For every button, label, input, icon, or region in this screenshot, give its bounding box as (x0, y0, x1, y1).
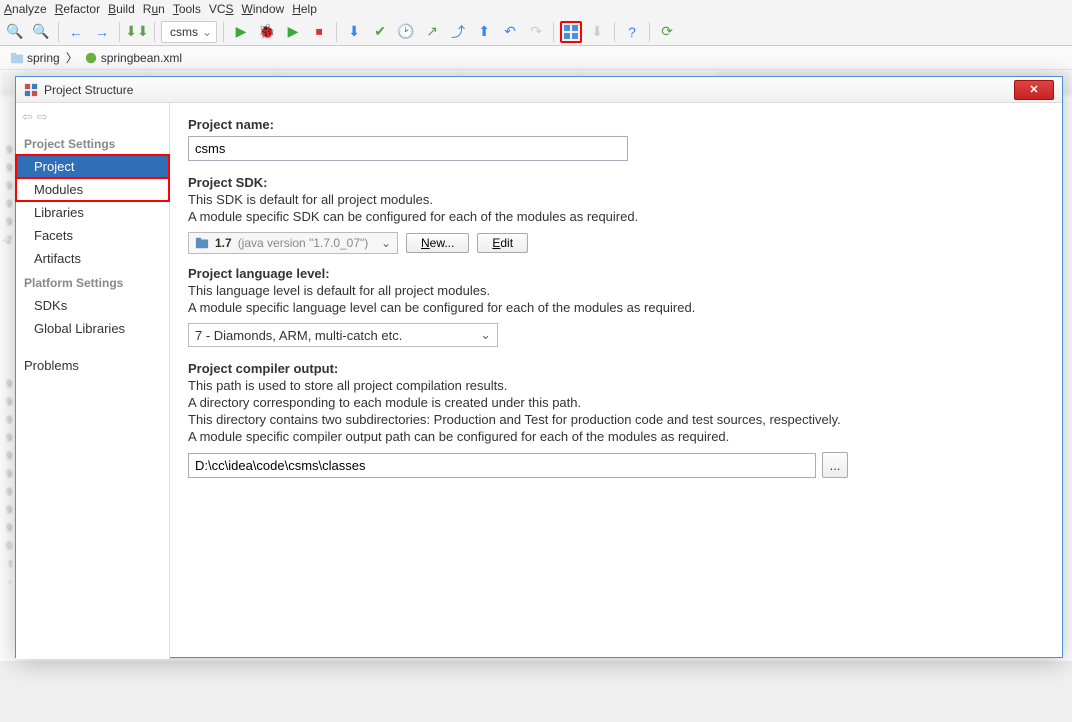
sidebar-category-project: Project Settings (16, 131, 169, 155)
menu-window[interactable]: Window (242, 2, 285, 16)
menu-analyze[interactable]: Analyze (4, 2, 47, 16)
vcs-push-icon[interactable]: ↗ (421, 21, 443, 43)
browse-button[interactable]: ... (822, 452, 848, 478)
vcs-history-icon[interactable]: 🕑 (395, 21, 417, 43)
menu-run[interactable]: Run (143, 2, 165, 16)
run-config-name: csms (170, 25, 198, 39)
out-desc-1: This path is used to store all project c… (188, 378, 1044, 393)
breadcrumb: spring 〉 springbean.xml (0, 46, 1072, 70)
vcs-commit-icon[interactable]: ✔ (369, 21, 391, 43)
menu-refactor[interactable]: Refactor (55, 2, 100, 16)
zoom-out-icon[interactable]: 🔍 (30, 21, 52, 43)
close-button[interactable]: ✕ (1014, 80, 1054, 100)
chevron-down-icon: ⌄ (381, 236, 391, 250)
menu-bar[interactable]: Analyze Refactor Build Run Tools VCS Win… (0, 0, 1072, 18)
project-structure-dialog: Project Structure ✕ ⇦ ⇨ Project Settings… (15, 76, 1063, 658)
project-structure-icon[interactable] (560, 21, 582, 43)
sidebar-item-problems[interactable]: Problems (16, 354, 169, 377)
compiler-output-label: Project compiler output: (188, 361, 1044, 376)
crumb-root[interactable]: spring (6, 51, 64, 65)
main-toolbar: 🔍 🔍 ← → ⬇⬇ csms ⌄ ▶ 🐞 ▶ ⏹ ⬇ ✔ 🕑 ↗ ⤴ ⬆ ↶ … (0, 18, 1072, 46)
nav-back-icon[interactable]: ⇦ (22, 109, 33, 125)
lvl-desc-2: A module specific language level can be … (188, 300, 1044, 315)
compiler-output-input[interactable] (188, 453, 816, 478)
sidebar-item-sdks[interactable]: SDKs (16, 294, 169, 317)
menu-help[interactable]: Help (292, 2, 317, 16)
help-icon[interactable]: ? (621, 21, 643, 43)
language-level-value: 7 - Diamonds, ARM, multi-catch etc. (195, 328, 402, 343)
out-desc-2: A directory corresponding to each module… (188, 395, 1044, 410)
dialog-content: Project name: Project SDK: This SDK is d… (170, 103, 1062, 659)
back-icon[interactable]: ← (65, 21, 87, 43)
sidebar-item-libraries[interactable]: Libraries (16, 201, 169, 224)
forward-icon[interactable]: → (91, 21, 113, 43)
dialog-titlebar: Project Structure ✕ (16, 77, 1062, 103)
sdk-desc-1: This SDK is default for all project modu… (188, 192, 1044, 207)
sidebar-item-modules[interactable]: Modules (16, 178, 169, 201)
sdk-select[interactable]: 1.7 (java version "1.7.0_07") ⌄ (188, 232, 398, 254)
dialog-title: Project Structure (44, 83, 1014, 97)
sidebar-item-project[interactable]: Project (16, 155, 169, 178)
sidebar-item-global-libs[interactable]: Global Libraries (16, 317, 169, 340)
sidebar-item-artifacts[interactable]: Artifacts (16, 247, 169, 270)
vcs-update-icon[interactable]: ⬇ (343, 21, 365, 43)
project-sdk-label: Project SDK: (188, 175, 1044, 190)
new-sdk-button[interactable]: New... (406, 233, 469, 253)
dialog-icon (24, 83, 38, 97)
sidebar-item-facets[interactable]: Facets (16, 224, 169, 247)
menu-vcs[interactable]: VCS (209, 2, 234, 16)
lang-level-label: Project language level: (188, 266, 1044, 281)
chevron-down-icon: ⌄ (480, 327, 491, 343)
menu-tools[interactable]: Tools (173, 2, 201, 16)
out-desc-4: A module specific compiler output path c… (188, 429, 1044, 444)
nav-forward-icon[interactable]: ⇨ (37, 109, 48, 125)
build-icon[interactable]: ⬇⬇ (126, 21, 148, 43)
coverage-icon[interactable]: ▶ (282, 21, 304, 43)
search-icon[interactable]: 🔍 (4, 21, 26, 43)
close-icon: ✕ (1029, 83, 1038, 96)
crumb-file[interactable]: springbean.xml (80, 51, 186, 65)
debug-icon[interactable]: 🐞 (256, 21, 278, 43)
menu-build[interactable]: Build (108, 2, 135, 16)
language-level-select[interactable]: 7 - Diamonds, ARM, multi-catch etc. ⌄ (188, 323, 498, 347)
run-config-select[interactable]: csms ⌄ (161, 21, 217, 43)
vcs-branch-icon[interactable]: ⤴ (447, 21, 469, 43)
project-name-label: Project name: (188, 117, 1044, 132)
undo-icon[interactable]: ↶ (499, 21, 521, 43)
dialog-sidebar: ⇦ ⇨ Project Settings Project Modules Lib… (16, 103, 170, 659)
vcs-pull-icon[interactable]: ⬆ (473, 21, 495, 43)
sdk-java-ver: (java version "1.7.0_07") (238, 236, 369, 250)
sdk-version: 1.7 (215, 236, 232, 250)
sync-icon[interactable]: ⟳ (656, 21, 678, 43)
redo-icon[interactable]: ↷ (525, 21, 547, 43)
sdk-manager-icon[interactable]: ⬇ (586, 21, 608, 43)
sdk-desc-2: A module specific SDK can be configured … (188, 209, 1044, 224)
run-icon[interactable]: ▶ (230, 21, 252, 43)
sidebar-category-platform: Platform Settings (16, 270, 169, 294)
stop-icon[interactable]: ⏹ (308, 21, 330, 43)
out-desc-3: This directory contains two subdirectori… (188, 412, 1044, 427)
edit-sdk-button[interactable]: Edit (477, 233, 528, 253)
project-name-input[interactable] (188, 136, 628, 161)
lvl-desc-1: This language level is default for all p… (188, 283, 1044, 298)
chevron-right-icon: 〉 (66, 49, 78, 66)
